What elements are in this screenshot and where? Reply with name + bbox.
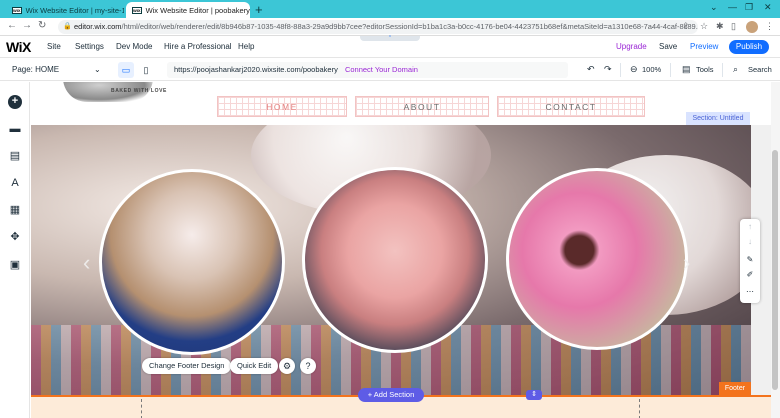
wix-favicon-icon: WIX — [132, 6, 142, 14]
forward-icon[interactable]: → — [22, 20, 32, 31]
sidebar-icon[interactable]: ▯ — [731, 21, 736, 32]
url-path: /html/editor/web/renderer/edit/8b946b87-… — [121, 22, 698, 31]
business-tools-icon[interactable]: ✥ — [8, 230, 22, 244]
menu-settings[interactable]: Settings — [75, 42, 104, 51]
wix-logo[interactable]: WiX — [6, 39, 31, 55]
new-tab-icon[interactable]: + — [255, 2, 263, 17]
slider-next-arrow-icon[interactable]: › — [683, 250, 690, 276]
wix-favicon-icon: WIX — [12, 6, 22, 14]
minimize-icon[interactable]: — — [728, 2, 737, 12]
more-actions-icon[interactable]: ⋯ — [740, 287, 760, 296]
unicorn-cupcake-image[interactable] — [99, 169, 285, 355]
quick-edit-button[interactable]: Quick Edit — [230, 358, 279, 374]
menu-dev-mode[interactable]: Dev Mode — [116, 42, 152, 51]
settings-gear-icon[interactable]: ⚙ — [279, 358, 295, 374]
browser-tab-strip: WIX Wix Website Editor | my-site-1 ✕ WIX… — [0, 0, 780, 18]
reload-icon[interactable]: ↻ — [38, 20, 46, 31]
help-icon[interactable]: ? — [300, 358, 316, 374]
search-icon[interactable]: ⌕ — [733, 64, 738, 75]
menu-help[interactable]: Help — [238, 42, 254, 51]
gridline — [639, 399, 640, 418]
undo-icon[interactable]: ↶ — [587, 64, 595, 75]
preview-button[interactable]: Preview — [690, 42, 718, 51]
search-button[interactable]: Search — [748, 65, 772, 74]
tab-title: Wix Website Editor | my-site-1 — [25, 5, 124, 15]
mobile-view-icon[interactable]: ▯ — [138, 62, 154, 78]
zoom-icon[interactable]: ⊖ — [630, 64, 638, 75]
resize-section-icon[interactable]: ⇕ — [526, 390, 542, 400]
close-window-icon[interactable]: ✕ — [764, 2, 772, 13]
site-logo-text: BAKED WITH LOVE — [111, 88, 167, 94]
bookmark-star-icon[interactable]: ☆ — [700, 21, 708, 32]
collapse-toolbar-handle[interactable]: ⌃ — [360, 36, 420, 41]
pink-cake-image[interactable] — [302, 167, 488, 353]
pages-icon[interactable]: ▤ — [8, 149, 22, 163]
left-toolbar: + ▬ ▤ A ▦ ✥ ▣ — [0, 82, 30, 418]
move-up-icon[interactable]: ↑ — [740, 222, 760, 231]
editor-secondary-bar: Page: HOME ⌄ ▭ ▯ https://poojashankarj20… — [0, 59, 780, 81]
share-icon[interactable]: ⇪ — [682, 21, 690, 32]
site-header[interactable]: BAKED WITH LOVE HOME ABOUT CONTACT Secti… — [31, 82, 771, 125]
nav-contact[interactable]: CONTACT — [497, 96, 645, 117]
save-button[interactable]: Save — [659, 42, 677, 51]
section-label[interactable]: Section: Untitled — [686, 112, 750, 125]
publish-button[interactable]: Publish — [729, 40, 769, 54]
extensions-icon[interactable]: ✱ — [716, 21, 724, 32]
hero-section[interactable]: ‹ › — [31, 125, 751, 395]
add-elements-icon[interactable]: + — [8, 95, 22, 109]
redo-icon[interactable]: ↷ — [604, 64, 612, 75]
tab-title: Wix Website Editor | poobakery — [145, 5, 250, 15]
change-footer-design-button[interactable]: Change Footer Design — [142, 358, 232, 374]
tools-button[interactable]: Tools — [696, 65, 714, 74]
browser-tab-my-site[interactable]: WIX Wix Website Editor | my-site-1 ✕ — [6, 2, 124, 18]
design-brush-icon[interactable]: ✎ — [740, 255, 760, 264]
nav-about[interactable]: ABOUT — [355, 96, 489, 117]
back-icon[interactable]: ← — [7, 20, 17, 31]
chevron-down-icon: ⌄ — [94, 65, 101, 74]
editor-canvas[interactable]: BAKED WITH LOVE HOME ABOUT CONTACT Secti… — [31, 82, 771, 418]
add-section-button[interactable]: + Add Section — [358, 388, 424, 402]
profile-avatar[interactable] — [746, 21, 758, 33]
browser-toolbar: ← → ↻ 🔒 editor.wix.com/html/editor/web/re… — [0, 18, 780, 36]
url-host: editor.wix.com — [74, 22, 122, 31]
section-side-toolbar: ↑ ↓ ✎ ✐ ⋯ — [740, 219, 760, 303]
site-url: https://poojashankarj2020.wixsite.com/po… — [174, 65, 338, 74]
move-down-icon[interactable]: ↓ — [740, 237, 760, 246]
footer-label[interactable]: Footer — [719, 382, 751, 395]
divider — [670, 63, 671, 77]
zoom-level[interactable]: 100% — [642, 65, 661, 74]
browser-tab-poobakery[interactable]: WIX Wix Website Editor | poobakery ✕ — [126, 2, 250, 18]
animation-icon[interactable]: ✐ — [740, 270, 760, 279]
nav-home[interactable]: HOME — [217, 96, 347, 117]
connect-domain-link[interactable]: Connect Your Domain — [345, 65, 418, 74]
slider-prev-arrow-icon[interactable]: ‹ — [83, 250, 90, 276]
menu-site[interactable]: Site — [47, 42, 61, 51]
apps-icon[interactable]: ▦ — [8, 203, 22, 217]
divider — [620, 63, 621, 77]
page-selector[interactable]: Page: HOME ⌄ — [12, 65, 101, 74]
media-icon[interactable]: ▣ — [8, 258, 22, 272]
site-design-icon[interactable]: A — [8, 176, 22, 190]
upgrade-button[interactable]: Upgrade — [616, 42, 647, 51]
tab-search-icon[interactable]: ⌄ — [710, 2, 718, 13]
desktop-view-icon[interactable]: ▭ — [118, 62, 134, 78]
page-selector-label: Page: HOME — [12, 65, 60, 74]
divider — [722, 63, 723, 77]
lock-icon: 🔒 — [63, 23, 72, 30]
address-bar[interactable]: 🔒 editor.wix.com/html/editor/web/renderer… — [58, 20, 698, 34]
site-url-field[interactable]: https://poojashankarj2020.wixsite.com/po… — [167, 62, 568, 78]
donuts-image[interactable] — [506, 168, 688, 350]
menu-icon[interactable]: ⋮ — [765, 21, 774, 32]
gridline — [141, 399, 142, 418]
tools-icon[interactable]: ▤ — [682, 64, 691, 75]
menu-hire-professional[interactable]: Hire a Professional — [164, 42, 232, 51]
restore-icon[interactable]: ❐ — [745, 2, 753, 13]
add-section-icon[interactable]: ▬ — [8, 122, 22, 136]
canvas-scrollbar-thumb[interactable] — [772, 150, 778, 390]
